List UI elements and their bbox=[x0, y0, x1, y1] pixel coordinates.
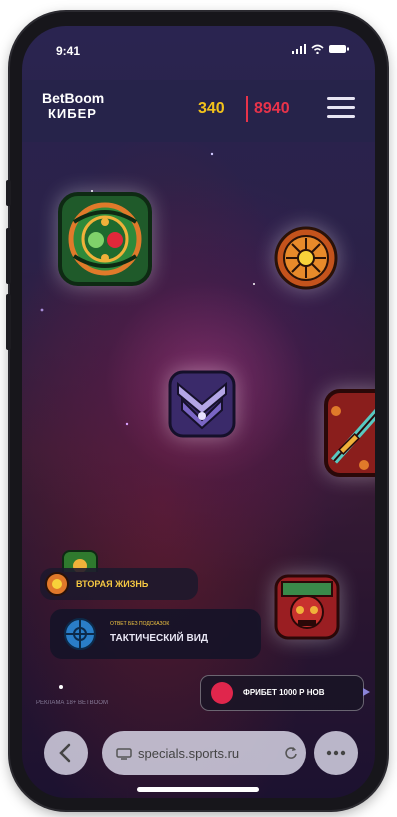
freebet-label: ФРИБЕТ 1000 Р НОВ bbox=[243, 688, 325, 697]
green-mosaic-tile[interactable] bbox=[58, 192, 152, 286]
red-skull-tile[interactable] bbox=[274, 574, 340, 640]
more-options-button[interactable] bbox=[314, 731, 358, 775]
tactical-subtitle: ОТВЕТ БЕЗ ПОДСКАЗОК bbox=[110, 621, 170, 627]
sun-icon bbox=[45, 572, 69, 596]
volume-down-button bbox=[6, 294, 11, 350]
second-life-powerup[interactable]: ВТОРАЯ ЖИЗНЬ bbox=[40, 568, 198, 600]
globe-icon bbox=[64, 618, 96, 650]
reload-icon[interactable] bbox=[284, 746, 298, 760]
gift-icon bbox=[211, 682, 233, 704]
url-text: specials.sports.ru bbox=[138, 746, 240, 761]
home-indicator bbox=[137, 787, 259, 792]
ellipsis-icon bbox=[326, 750, 346, 756]
orange-sun-medallion[interactable] bbox=[274, 226, 338, 290]
ad-disclaimer: РЕКЛАМА 18+ BETBOOM bbox=[36, 700, 108, 706]
next-arrow-icon[interactable] bbox=[360, 686, 372, 698]
red-sword-tile[interactable] bbox=[324, 389, 375, 477]
back-button[interactable] bbox=[44, 731, 88, 775]
second-life-label: ВТОРАЯ ЖИЗНЬ bbox=[76, 579, 149, 589]
freebet-button[interactable]: ФРИБЕТ 1000 Р НОВ bbox=[200, 675, 364, 711]
screen-icon bbox=[116, 748, 132, 760]
tactical-title: ТАКТИЧЕСКИЙ ВИД bbox=[110, 633, 209, 644]
phone-screen: 9:41 BetBoom КИБЕР 340 8940 ВТОРАЯ ЖИЗНЬ… bbox=[22, 26, 375, 798]
purple-hero-tile[interactable] bbox=[168, 370, 236, 438]
mute-switch bbox=[6, 180, 11, 206]
sparkle-icon bbox=[59, 685, 63, 689]
chevron-left-icon bbox=[59, 743, 71, 763]
address-bar[interactable]: specials.sports.ru bbox=[102, 731, 306, 775]
volume-up-button bbox=[6, 228, 11, 284]
tactical-view-powerup[interactable]: ОТВЕТ БЕЗ ПОДСКАЗОК ТАКТИЧЕСКИЙ ВИД bbox=[50, 609, 261, 659]
browser-toolbar: specials.sports.ru bbox=[22, 723, 375, 798]
